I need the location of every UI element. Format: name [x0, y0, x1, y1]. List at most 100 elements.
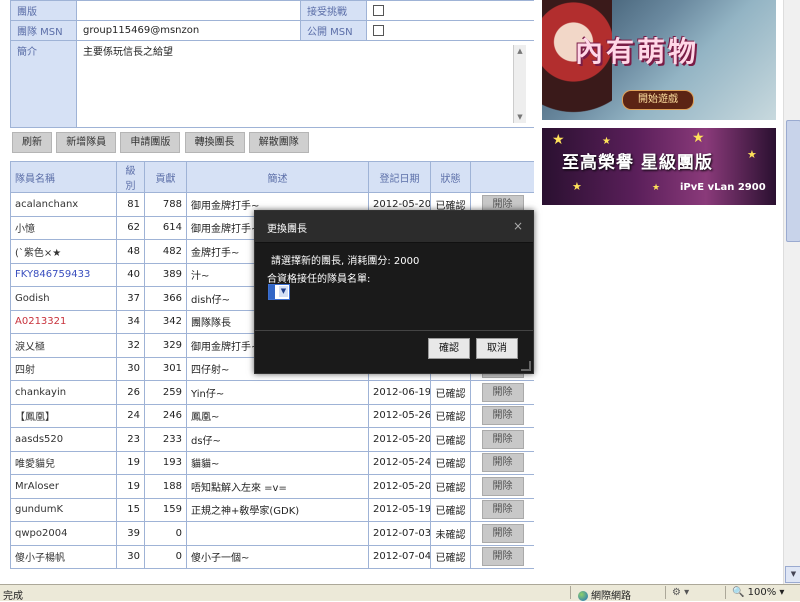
accept-challenge-checkbox[interactable] — [373, 4, 384, 16]
col-level-header: 級別 — [116, 161, 145, 193]
member-desc: 唔知點解入左來 =v= — [186, 474, 369, 499]
member-name: 唯愛貓兒 — [10, 450, 117, 475]
transfer-leader-button[interactable]: 轉換團長 — [184, 132, 245, 153]
dialog-title: 更換團長 — [267, 224, 307, 235]
disband-button[interactable]: 解散團隊 — [248, 132, 309, 153]
member-contrib: 159 — [144, 497, 187, 522]
member-contrib: 259 — [144, 380, 187, 405]
member-name: MrAloser — [10, 474, 117, 499]
msn-value: group115469@msnzon — [76, 20, 301, 41]
add-member-button[interactable]: 新增隊員 — [56, 132, 117, 153]
table-row: aasds520 23 233 ds仔~ 2012-05-20 已確認 開除 — [10, 427, 534, 452]
col-desc-header: 簡述 — [186, 161, 369, 193]
col-name-header: 隊員名稱 — [10, 161, 117, 193]
intro-textarea[interactable]: 主要係玩信長之給望 ▲ ▼ — [83, 43, 528, 125]
col-action-header — [470, 161, 534, 193]
star-icon: ★ — [552, 132, 565, 148]
member-name: acalanchanx — [10, 192, 117, 217]
zoom-control[interactable]: 🔍 100% ▾ — [732, 587, 784, 598]
member-contrib: 193 — [144, 450, 187, 475]
scroll-up-icon[interactable]: ▲ — [514, 45, 526, 57]
member-status: 已確認 — [430, 380, 471, 405]
member-desc: Yin仔~ — [186, 380, 369, 405]
member-status: 已確認 — [430, 427, 471, 452]
star-icon: ★ — [652, 183, 661, 193]
kick-button[interactable]: 開除 — [481, 429, 524, 449]
dialog-header[interactable]: 更換團長 × — [255, 211, 533, 243]
kick-button[interactable]: 開除 — [481, 406, 524, 426]
group-label: 團版 — [10, 0, 77, 21]
chevron-down-icon[interactable]: ▼ — [279, 286, 288, 297]
page-scrollbar[interactable]: ▼ — [783, 0, 800, 584]
member-name: 【鳳凰】 — [10, 403, 117, 428]
cancel-button[interactable]: 取消 — [476, 338, 518, 359]
member-status: 未確認 — [430, 521, 471, 546]
member-desc: 貓貓~ — [186, 450, 369, 475]
member-name: 小憶 — [10, 215, 117, 240]
apply-board-button[interactable]: 申請團版 — [120, 132, 181, 153]
zoom-icon: 🔍 — [732, 587, 745, 598]
table-row: gundumK 15 159 正規之神+敎學家(GDK) 2012-05-19 已確認 開除 — [10, 497, 534, 522]
scrollbar-thumb[interactable] — [786, 120, 800, 242]
member-date: 2012-05-26 — [368, 403, 431, 428]
member-level: 34 — [116, 309, 145, 334]
resize-grip-icon[interactable] — [521, 361, 531, 371]
member-name: Godish — [10, 286, 117, 311]
table-row: chankayin 26 259 Yin仔~ 2012-06-19 已確認 開除 — [10, 380, 534, 405]
member-table-header: 隊員名稱 級別 貢獻 簡述 登記日期 狀態 — [10, 161, 534, 193]
member-desc: 正規之神+敎學家(GDK) — [186, 497, 369, 522]
protected-mode-icon[interactable]: ⚙ ▾ — [672, 587, 689, 598]
kick-button[interactable]: 開除 — [481, 382, 524, 402]
member-status: 已確認 — [430, 474, 471, 499]
member-name: aasds520 — [10, 427, 117, 452]
member-name: gundumK — [10, 497, 117, 522]
member-name: chankayin — [10, 380, 117, 405]
member-status: 已確認 — [430, 403, 471, 428]
promo-banner-star-guild[interactable]: ★ ★ ★ ★ ★ ★ 至高榮譽 星級團版 iPvE vLan 2900 — [542, 128, 776, 205]
msn-label: 團隊 MSN — [10, 20, 77, 41]
member-status: 已確認 — [430, 450, 471, 475]
member-contrib: 233 — [144, 427, 187, 452]
refresh-button[interactable]: 刷新 — [12, 132, 52, 153]
member-date: 2012-05-20 — [368, 474, 431, 499]
scroll-down-icon[interactable]: ▼ — [514, 111, 526, 123]
star-icon: ★ — [572, 180, 582, 193]
member-level: 30 — [116, 356, 145, 381]
member-level: 48 — [116, 239, 145, 264]
member-contrib: 0 — [144, 521, 187, 546]
kick-button[interactable]: 開除 — [481, 476, 524, 496]
intro-label: 簡介 — [10, 40, 77, 128]
member-name: 四射 — [10, 356, 117, 381]
kick-button[interactable]: 開除 — [481, 453, 524, 473]
member-contrib: 301 — [144, 356, 187, 381]
confirm-button[interactable]: 確認 — [428, 338, 470, 359]
close-icon[interactable]: × — [513, 219, 523, 233]
member-level: 37 — [116, 286, 145, 311]
member-name: (ˋ紫色×★ — [10, 239, 117, 264]
member-date: 2012-05-24 — [368, 450, 431, 475]
member-contrib: 788 — [144, 192, 187, 217]
member-contrib: 366 — [144, 286, 187, 311]
guild-toolbar: 刷新 新增隊員 申請團版 轉換團長 解散團隊 — [12, 132, 310, 153]
member-contrib: 246 — [144, 403, 187, 428]
kick-button[interactable]: 開除 — [481, 500, 524, 520]
member-level: 81 — [116, 192, 145, 217]
kick-button[interactable]: 開除 — [481, 547, 524, 567]
member-level: 39 — [116, 521, 145, 546]
intro-scrollbar[interactable]: ▲ ▼ — [513, 45, 526, 123]
kick-button[interactable]: 開除 — [481, 523, 524, 543]
member-contrib: 329 — [144, 333, 187, 358]
change-leader-dialog: 更換團長 × 請選擇新的團長, 消耗團分: 2000 合資格接任的隊員名單: ▼… — [254, 210, 534, 374]
scroll-down-icon[interactable]: ▼ — [785, 566, 800, 583]
member-desc: 鳳凰~ — [186, 403, 369, 428]
member-status: 已確認 — [430, 497, 471, 522]
new-leader-select[interactable]: ▼ — [268, 284, 290, 300]
member-level: 40 — [116, 262, 145, 287]
member-desc — [186, 521, 369, 546]
public-msn-checkbox[interactable] — [373, 24, 384, 36]
member-level: 32 — [116, 333, 145, 358]
member-level: 23 — [116, 427, 145, 452]
promo-banner-moe[interactable]: 內有萌物 開始遊戲 — [542, 0, 776, 120]
star-icon: ★ — [747, 148, 757, 161]
start-game-button[interactable]: 開始遊戲 — [622, 90, 694, 110]
